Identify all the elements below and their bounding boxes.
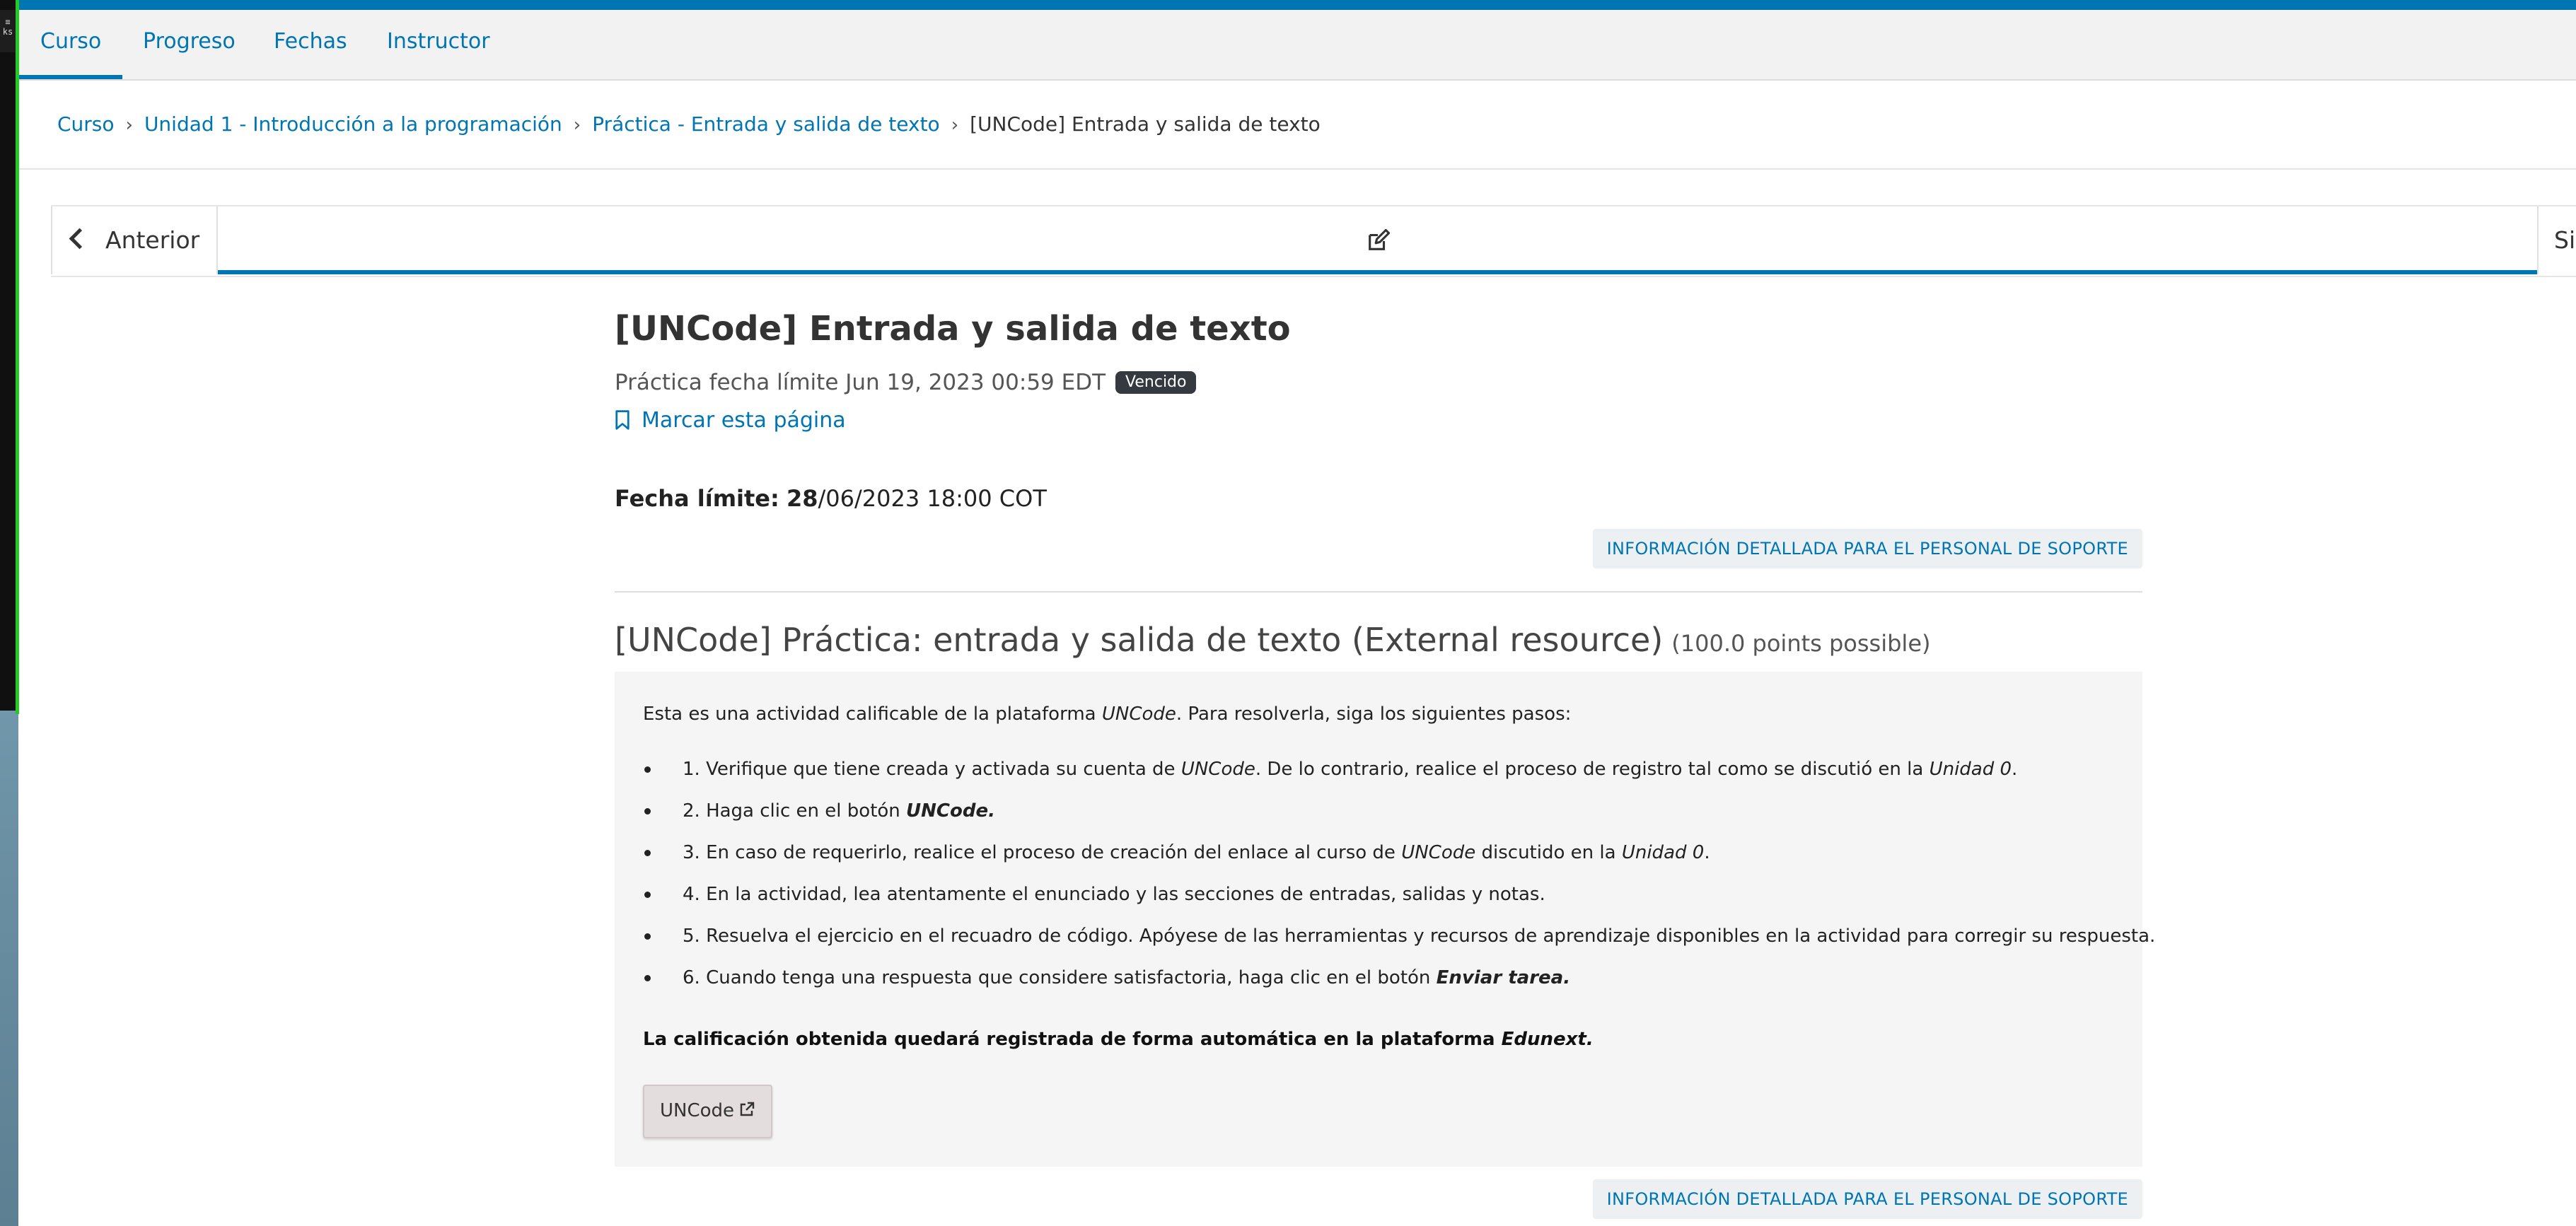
deadline-rest: /06/2023 18:00 COT	[818, 485, 1047, 512]
breadcrumb: Curso › Unidad 1 - Introducción a la progr…	[57, 106, 1321, 143]
step-text: 5. Resuelva el ejercicio en el recuadro …	[683, 926, 2156, 947]
bullet	[644, 766, 651, 773]
previous-button-label: Anterior	[105, 226, 200, 254]
breadcrumb-separator: ›	[951, 115, 959, 136]
bullet	[644, 850, 651, 856]
breadcrumb-current: [UNCode] Entrada y salida de texto	[970, 112, 1321, 136]
tab-instructor[interactable]: Instructor	[366, 10, 511, 79]
intro-text: Esta es una actividad calificable de la …	[643, 700, 1571, 728]
step-text: 3. En caso de requerirlo, realice el pro…	[683, 842, 1402, 863]
page-title: [UNCode] Entrada y salida de texto	[615, 309, 1291, 349]
step-text: 4. En la actividad, lea atentamente el e…	[683, 884, 1545, 905]
divider	[19, 168, 2576, 170]
step-text: 6. Cuando tenga una respuesta que consid…	[683, 967, 1437, 988]
breadcrumb-link-curso[interactable]: Curso	[57, 112, 115, 136]
tab-fechas[interactable]: Fechas	[253, 10, 369, 79]
staff-debug-button[interactable]: INFORMACIÓN DETALLADA PARA EL PERSONAL D…	[1592, 1179, 2142, 1219]
deadline-day: 28	[786, 485, 818, 512]
deadline-label: Fecha límite:	[615, 485, 779, 512]
grading-note-text: La calificación obtenida quedará registr…	[643, 1029, 1502, 1050]
bullet	[644, 933, 651, 940]
step-text: .	[1704, 842, 1710, 863]
grading-note-platform: Edunext.	[1501, 1029, 1594, 1050]
browser-page: Curso Progreso Fechas Instructor Curso › U…	[19, 0, 2576, 1226]
bookmark-button[interactable]: Marcar esta página	[615, 403, 846, 438]
step-text: . De lo contrario, realice el proceso de…	[1255, 759, 1930, 780]
list-item: 2. Haga clic en el botón UNCode.	[643, 797, 2155, 839]
step-text: discutido en la	[1475, 842, 1622, 863]
steps-list: 1. Verifique que tiene creada y activada…	[643, 755, 2155, 1005]
step-emphasis: Enviar tarea.	[1436, 967, 1571, 988]
breadcrumb-link-unidad[interactable]: Unidad 1 - Introducción a la programació…	[144, 112, 562, 136]
uncode-launch-button[interactable]: UNCode	[643, 1085, 773, 1138]
step-text: 1. Verifique que tiene creada y activada…	[683, 759, 1181, 780]
previous-button[interactable]: Anterior	[51, 206, 218, 274]
bullet	[644, 892, 651, 898]
component-title-text: [UNCode] Práctica: entrada y salida de t…	[615, 621, 1664, 659]
breadcrumb-separator: ›	[125, 115, 133, 136]
staff-debug-button[interactable]: INFORMACIÓN DETALLADA PARA EL PERSONAL D…	[1592, 529, 2142, 568]
divider	[615, 591, 2142, 592]
intro-text-part: Esta es una actividad calificable de la …	[643, 704, 1102, 725]
breadcrumb-separator: ›	[573, 115, 581, 136]
course-tabs-nav: Curso Progreso Fechas Instructor	[19, 10, 2576, 81]
due-date-text: Práctica fecha límite Jun 19, 2023 00:59…	[615, 370, 1106, 395]
component-title: [UNCode] Práctica: entrada y salida de t…	[615, 615, 1930, 668]
list-item: 4. En la actividad, lea atentamente el e…	[643, 880, 2155, 922]
points-possible: (100.0 points possible)	[1671, 630, 1931, 657]
edit-icon	[1368, 229, 1390, 250]
uncode-launch-label: UNCode	[660, 1100, 735, 1121]
sequence-navigation: Anterior Siguiente	[51, 205, 2576, 277]
bullet	[644, 975, 651, 981]
intro-text-part: . Para resolverla, siga los siguientes p…	[1176, 704, 1572, 725]
grading-note: La calificación obtenida quedará registr…	[643, 1025, 1594, 1053]
list-item: 1. Verifique que tiene creada y activada…	[643, 755, 2155, 797]
desktop-background: ≡ ks	[0, 0, 19, 1226]
tab-curso[interactable]: Curso	[19, 10, 123, 79]
bullet	[644, 808, 651, 815]
step-text: .	[2012, 759, 2018, 780]
list-item: 5. Resuelva el ejercicio en el recuadro …	[643, 922, 2155, 964]
due-date: Práctica fecha límite Jun 19, 2023 00:59…	[615, 365, 1197, 400]
step-text: 2. Haga clic en el botón	[683, 800, 907, 822]
lti-component-box: Esta es una actividad calificable de la …	[615, 672, 2155, 1167]
step-emphasis: Unidad 0	[1621, 842, 1705, 863]
step-emphasis: UNCode	[1401, 842, 1476, 863]
intro-platform-name: UNCode	[1101, 704, 1176, 725]
step-emphasis: Unidad 0	[1929, 759, 2012, 780]
step-emphasis: UNCode	[1180, 759, 1255, 780]
step-emphasis: UNCode.	[906, 800, 995, 822]
brand-bar	[19, 0, 2576, 10]
unit-tab-active[interactable]	[218, 206, 2537, 274]
list-item: 3. En caso de requerirlo, realice el pro…	[643, 839, 2155, 880]
bookmark-icon	[615, 409, 630, 430]
tray-icon[interactable]: ≡ ks	[0, 10, 16, 52]
list-item: 6. Cuando tenga una respuesta que consid…	[643, 964, 2155, 1005]
chevron-left-icon	[69, 228, 91, 250]
next-button[interactable]: Siguiente	[2537, 206, 2576, 274]
status-badge: Vencido	[1115, 371, 1197, 394]
deadline-text: Fecha límite: 28/06/2023 18:00 COT	[615, 481, 1047, 516]
bookmark-label: Marcar esta página	[642, 408, 846, 433]
external-link-icon	[740, 1102, 755, 1116]
tab-progreso[interactable]: Progreso	[122, 10, 257, 79]
breadcrumb-link-practica[interactable]: Práctica - Entrada y salida de texto	[592, 112, 940, 136]
